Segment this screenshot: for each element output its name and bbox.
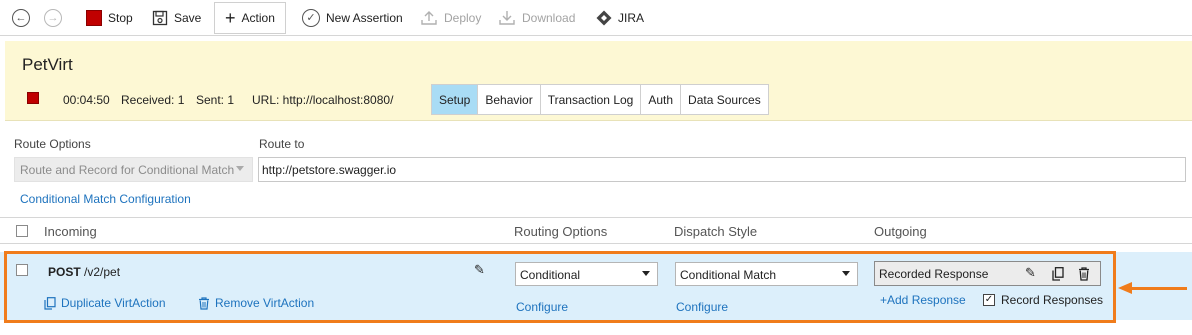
back-button[interactable]: ← [12, 0, 30, 36]
col-outgoing: Outgoing [874, 224, 927, 239]
action-label: Action [241, 11, 275, 25]
outgoing-response-item[interactable]: Recorded Response ✎ [874, 261, 1101, 286]
conditional-match-config-link[interactable]: Conditional Match Configuration [20, 192, 191, 206]
route-to-input[interactable]: http://petstore.swagger.io [258, 157, 1186, 182]
tab-transaction-log[interactable]: Transaction Log [540, 85, 642, 114]
save-label: Save [174, 11, 202, 25]
upload-icon [421, 11, 437, 25]
save-icon [152, 10, 168, 26]
toolbar: ← → Stop Save + Action ✓ New Assertion D… [0, 0, 1192, 36]
virt-header: PetVirt 00:04:50 Received: 1 Sent: 1 URL… [5, 41, 1192, 121]
route-options-label: Route Options [14, 137, 91, 151]
col-incoming: Incoming [44, 224, 97, 239]
tab-bar: Setup Behavior Transaction Log Auth Data… [431, 84, 769, 115]
routing-options-value: Conditional [520, 268, 581, 282]
stop-button[interactable]: Stop [86, 0, 133, 36]
jira-icon [596, 10, 612, 26]
url-label: URL: http://localhost:8080/ [252, 93, 394, 107]
tab-behavior[interactable]: Behavior [478, 85, 541, 114]
stop-label: Stop [108, 11, 133, 25]
download-icon [499, 11, 515, 25]
route-to-label: Route to [259, 137, 305, 151]
duplicate-icon [44, 296, 56, 310]
arrow-left-icon: ← [12, 9, 30, 27]
record-responses-label: Record Responses [1001, 293, 1104, 307]
add-response-link[interactable]: +Add Response [880, 293, 966, 307]
plus-icon: + [225, 8, 236, 28]
received-count: Received: 1 [121, 93, 185, 107]
download-label: Download [522, 11, 576, 25]
jira-label: JIRA [618, 11, 645, 25]
trash-icon [199, 296, 209, 310]
sent-count: Sent: 1 [196, 93, 235, 107]
deploy-label: Deploy [444, 11, 482, 25]
trash-icon[interactable] [1078, 267, 1090, 281]
duplicate-virtaction-button[interactable]: Duplicate VirtAction [44, 296, 166, 310]
deploy-button[interactable]: Deploy [420, 0, 481, 36]
chevron-down-icon [842, 271, 850, 276]
chevron-down-icon [642, 271, 650, 276]
duplicate-virtaction-label: Duplicate VirtAction [61, 296, 166, 310]
edit-pencil-icon[interactable]: ✎ [474, 263, 485, 276]
remove-virtaction-label: Remove VirtAction [215, 296, 315, 310]
routing-configure-link[interactable]: Configure [516, 300, 568, 314]
jira-button[interactable]: JIRA [596, 0, 644, 36]
outgoing-response-label: Recorded Response [879, 267, 989, 281]
stop-status-icon [27, 92, 39, 104]
new-assertion-button[interactable]: ✓ New Assertion [302, 0, 403, 36]
tab-data-sources[interactable]: Data Sources [681, 85, 768, 114]
chevron-down-icon [236, 166, 244, 171]
incoming-endpoint: POST /v2/pet [48, 265, 120, 279]
row-checkbox[interactable] [16, 264, 28, 276]
page-title: PetVirt [22, 55, 73, 74]
table-header: Incoming Routing Options Dispatch Style … [0, 217, 1192, 244]
download-button[interactable]: Download [498, 0, 575, 36]
dispatch-configure-link[interactable]: Configure [676, 300, 728, 314]
arrow-right-icon: → [44, 9, 62, 27]
edit-pencil-icon[interactable]: ✎ [1025, 266, 1036, 279]
remove-virtaction-button[interactable]: Remove VirtAction [198, 296, 314, 310]
annotation-arrow-line [1131, 287, 1187, 290]
tab-auth[interactable]: Auth [641, 85, 682, 114]
annotation-arrow-icon [1118, 282, 1132, 294]
col-dispatch-style: Dispatch Style [674, 224, 758, 239]
dispatch-style-dropdown[interactable]: Conditional Match [675, 262, 858, 286]
save-button[interactable]: Save [152, 0, 201, 36]
route-options-value: Route and Record for Conditional Match [20, 163, 235, 177]
new-assertion-label: New Assertion [326, 11, 403, 25]
select-all-checkbox[interactable] [16, 225, 28, 237]
forward-button[interactable]: → [44, 0, 62, 36]
tab-setup[interactable]: Setup [432, 85, 479, 114]
copy-icon[interactable] [1052, 267, 1064, 281]
route-options-select[interactable]: Route and Record for Conditional Match [14, 157, 253, 182]
routing-options-dropdown[interactable]: Conditional [515, 262, 658, 286]
dispatch-style-value: Conditional Match [680, 268, 777, 282]
stop-icon [86, 10, 102, 26]
elapsed-time: 00:04:50 [63, 93, 110, 107]
check-circle-icon: ✓ [302, 9, 320, 27]
col-routing-options: Routing Options [514, 224, 608, 239]
action-button[interactable]: + Action [214, 2, 286, 34]
record-responses-checkbox[interactable]: ✓ [983, 294, 995, 306]
endpoint-path: /v2/pet [84, 265, 121, 279]
http-method: POST [48, 265, 81, 279]
